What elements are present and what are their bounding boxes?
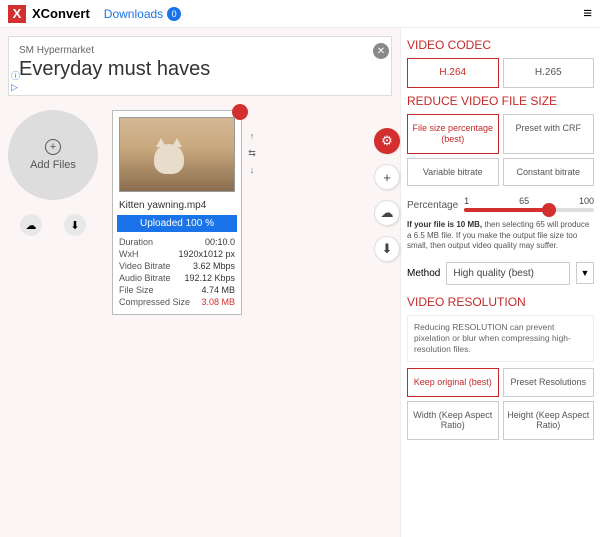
cloud-icon[interactable]: ☁ bbox=[20, 214, 42, 236]
reduce-percentage[interactable]: File size percentage (best) bbox=[407, 114, 499, 154]
codec-h265[interactable]: H.265 bbox=[503, 58, 595, 88]
ad-title: Everyday must haves bbox=[19, 58, 381, 81]
move-up-icon[interactable]: ↑ bbox=[245, 131, 259, 145]
res-width[interactable]: Width (Keep Aspect Ratio) bbox=[407, 401, 499, 441]
percentage-label: Percentage bbox=[407, 200, 458, 211]
file-meta: Duration00:10.0 WxH1920x1012 px Video Bi… bbox=[113, 234, 241, 314]
upload-status: Uploaded 100 % bbox=[117, 215, 237, 232]
logo-icon: X bbox=[8, 5, 26, 23]
codec-title: VIDEO CODEC bbox=[407, 38, 594, 52]
downloads-badge: 0 bbox=[167, 7, 181, 21]
method-label: Method bbox=[407, 268, 440, 279]
settings-icon[interactable]: ⇆ bbox=[245, 148, 259, 162]
downloads-link[interactable]: Downloads 0 bbox=[104, 7, 181, 21]
ad-banner[interactable]: SM Hypermarket Everyday must haves ✕ ⓘ▷ bbox=[8, 36, 392, 96]
add-files-button[interactable]: + Add Files bbox=[8, 110, 98, 200]
reduce-crf[interactable]: Preset with CRF bbox=[503, 114, 595, 154]
percentage-slider[interactable]: 1 65 100 bbox=[464, 196, 594, 214]
dropbox-icon[interactable]: ⬇ bbox=[64, 214, 86, 236]
res-height[interactable]: Height (Keep Aspect Ratio) bbox=[503, 401, 595, 441]
add-icon[interactable]: + bbox=[374, 164, 400, 190]
chevron-down-icon[interactable]: ▼ bbox=[576, 262, 594, 284]
settings-panel: VIDEO CODEC H.264 H.265 REDUCE VIDEO FIL… bbox=[400, 28, 600, 537]
move-down-icon[interactable]: ↓ bbox=[245, 165, 259, 179]
file-card: ↑ ⇆ ↓ Kitten yawning.mp4 Uploaded 100 % … bbox=[112, 110, 242, 315]
add-files-label: Add Files bbox=[30, 159, 76, 171]
codec-h264[interactable]: H.264 bbox=[407, 58, 499, 88]
video-thumbnail bbox=[119, 117, 235, 192]
menu-icon[interactable]: ≡ bbox=[583, 5, 592, 22]
resolution-title: VIDEO RESOLUTION bbox=[407, 295, 594, 309]
brand-name: XConvert bbox=[32, 6, 90, 21]
ad-info-icon[interactable]: ⓘ▷ bbox=[11, 69, 20, 93]
downloads-label: Downloads bbox=[104, 7, 163, 21]
reduce-cbr[interactable]: Constant bitrate bbox=[503, 158, 595, 187]
method-select[interactable]: High quality (best) bbox=[446, 262, 570, 285]
res-keep-original[interactable]: Keep original (best) bbox=[407, 368, 499, 397]
percentage-hint: If your file is 10 MB, then selecting 65… bbox=[407, 220, 594, 251]
left-pane: SM Hypermarket Everyday must haves ✕ ⓘ▷ … bbox=[0, 28, 400, 537]
reduce-title: REDUCE VIDEO FILE SIZE bbox=[407, 94, 594, 108]
resolution-note: Reducing RESOLUTION can prevent pixelati… bbox=[407, 315, 594, 362]
ad-subtitle: SM Hypermarket bbox=[19, 45, 381, 56]
gear-icon[interactable]: ⚙ bbox=[374, 128, 400, 154]
top-bar: X XConvert Downloads 0 ≡ bbox=[0, 0, 600, 28]
plus-icon: + bbox=[45, 139, 61, 155]
reduce-vbr[interactable]: Variable bitrate bbox=[407, 158, 499, 187]
file-name: Kitten yawning.mp4 bbox=[113, 198, 241, 213]
cloud-upload-icon[interactable]: ☁ bbox=[374, 200, 400, 226]
close-icon[interactable]: ✕ bbox=[373, 43, 389, 59]
res-preset[interactable]: Preset Resolutions bbox=[503, 368, 595, 397]
dropbox-upload-icon[interactable]: ⬇ bbox=[374, 236, 400, 262]
